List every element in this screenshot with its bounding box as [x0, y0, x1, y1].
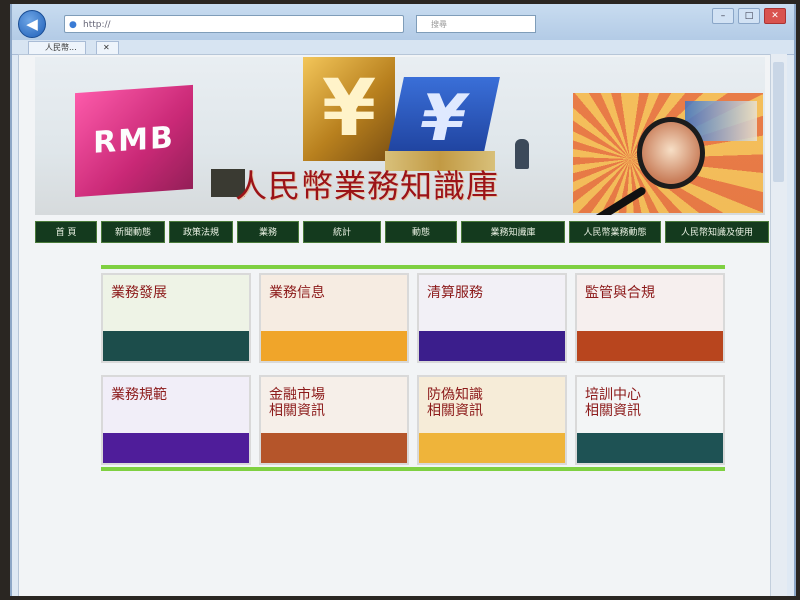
- window-controls: – □ ✕: [712, 8, 786, 24]
- card-label: 防偽知識 相關資訊: [427, 387, 483, 419]
- nav-item-statistics[interactable]: 統計: [303, 221, 381, 243]
- category-card[interactable]: 防偽知識 相關資訊: [417, 375, 567, 465]
- card-label: 業務信息: [269, 285, 325, 301]
- header-banner: RMB ¥ ¥ 人民幣業務知識庫: [35, 57, 765, 215]
- minimize-button[interactable]: –: [712, 8, 734, 24]
- gold-yen-icon: ¥: [303, 57, 395, 161]
- card-image: [103, 275, 249, 333]
- category-card[interactable]: 業務規範: [101, 375, 251, 465]
- nav-item-rmb-news[interactable]: 人民幣業務動態: [569, 221, 661, 243]
- maximize-button[interactable]: □: [738, 8, 760, 24]
- close-button[interactable]: ✕: [764, 8, 786, 24]
- magnifier-portrait: [637, 117, 705, 189]
- card-color-bar: [103, 331, 249, 361]
- nav-item-rmb-usage[interactable]: 人民幣知識及使用: [665, 221, 769, 243]
- address-bar[interactable]: ● http://: [64, 15, 404, 33]
- nav-item-news[interactable]: 新聞動態: [101, 221, 165, 243]
- card-color-bar: [577, 331, 723, 361]
- category-card[interactable]: 培訓中心 相關資訊: [575, 375, 725, 465]
- card-image: [261, 275, 407, 333]
- tab-active[interactable]: 人民幣...: [28, 41, 86, 55]
- card-label: 監管與合規: [585, 285, 655, 301]
- page-icon: ●: [69, 20, 77, 30]
- scroll-thumb[interactable]: [773, 62, 784, 182]
- nav-item-home[interactable]: 首 頁: [35, 221, 97, 243]
- card-color-bar: [419, 433, 565, 463]
- category-card[interactable]: 業務信息: [259, 273, 409, 363]
- card-color-bar: [261, 331, 407, 361]
- category-card[interactable]: 監管與合規: [575, 273, 725, 363]
- nav-item-dynamics[interactable]: 動態: [385, 221, 457, 243]
- rmb-cube-graphic: RMB: [75, 84, 193, 198]
- address-text: http://: [83, 20, 111, 30]
- tab-bar: 人民幣... ✕: [12, 40, 794, 55]
- category-card[interactable]: 金融市場 相關資訊: [259, 375, 409, 465]
- divider-top: [101, 265, 725, 269]
- divider-bottom: [101, 467, 725, 471]
- nav-item-knowledge-base[interactable]: 業務知識庫: [461, 221, 565, 243]
- browser-window: ◀ ● http:// 搜尋 – □ ✕ 人民幣... ✕ RMB ¥ ¥ 人民…: [10, 4, 796, 596]
- card-image: [419, 275, 565, 333]
- card-image: [103, 377, 249, 435]
- card-image: [577, 275, 723, 333]
- card-color-bar: [261, 433, 407, 463]
- card-color-bar: [577, 433, 723, 463]
- card-label: 清算服務: [427, 285, 483, 301]
- person-figure: [515, 139, 529, 169]
- category-card[interactable]: 清算服務: [417, 273, 567, 363]
- nav-item-business[interactable]: 業務: [237, 221, 299, 243]
- main-nav: 首 頁 新聞動態 政策法規 業務 統計 動態 業務知識庫 人民幣業務動態 人民幣…: [35, 221, 769, 243]
- blue-yen-icon: ¥: [386, 77, 500, 161]
- nav-item-policy[interactable]: 政策法規: [169, 221, 233, 243]
- tab-close-icon[interactable]: ✕: [96, 41, 119, 55]
- site-title: 人民幣業務知識庫: [235, 167, 500, 205]
- page-viewport: RMB ¥ ¥ 人民幣業務知識庫 首 頁 新聞動態 政策法規 業務 統計 動態 …: [18, 54, 772, 596]
- search-placeholder: 搜尋: [431, 20, 447, 29]
- category-card[interactable]: 業務發展: [101, 273, 251, 363]
- card-label: 業務規範: [111, 387, 167, 403]
- category-grid: 業務發展 業務信息 清算服務 監管與合規 業務規範 金融市場 相關資訊 防偽知識…: [101, 273, 725, 469]
- card-color-bar: [103, 433, 249, 463]
- card-label: 業務發展: [111, 285, 167, 301]
- search-input[interactable]: 搜尋: [416, 15, 536, 33]
- browser-titlebar: ◀ ● http:// 搜尋 – □ ✕: [12, 4, 794, 40]
- card-label: 金融市場 相關資訊: [269, 387, 325, 419]
- card-color-bar: [419, 331, 565, 361]
- card-label: 培訓中心 相關資訊: [585, 387, 641, 419]
- back-button[interactable]: ◀: [18, 10, 46, 38]
- vertical-scrollbar[interactable]: [770, 54, 787, 596]
